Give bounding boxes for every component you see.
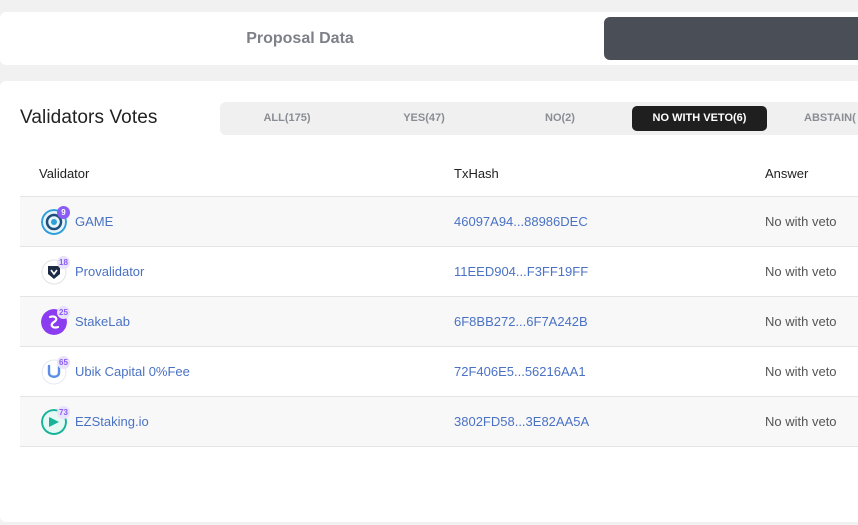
validator-link[interactable]: StakeLab <box>75 314 130 329</box>
txhash-link[interactable]: 3802FD58...3E82AA5A <box>454 414 589 429</box>
rank-badge: 18 <box>57 256 70 269</box>
col-txhash: TxHash <box>454 166 499 181</box>
table-row: 73 EZStaking.io 3802FD58...3E82AA5A No w… <box>20 397 858 447</box>
txhash-link[interactable]: 11EED904...F3FF19FF <box>454 264 588 279</box>
vote-answer: No with veto <box>765 364 837 379</box>
rank-badge: 73 <box>57 406 70 419</box>
validators-votes-card: Validators Votes ALL(175) YES(47) NO(2) … <box>0 81 858 522</box>
table-row: 25 StakeLab 6F8BB272...6F7A242B No with … <box>20 297 858 347</box>
validator-link[interactable]: Provalidator <box>75 264 144 279</box>
card-title: Validators Votes <box>20 107 158 128</box>
vote-answer: No with veto <box>765 314 837 329</box>
txhash-link[interactable]: 6F8BB272...6F7A242B <box>454 314 588 329</box>
tab-proposal-data[interactable]: Proposal Data <box>0 12 600 65</box>
rank-badge: 65 <box>57 356 70 369</box>
txhash-link[interactable]: 46097A94...88986DEC <box>454 214 588 229</box>
filter-all[interactable]: ALL(175) <box>243 102 331 135</box>
table-row: 9 GAME 46097A94...88986DEC No with veto <box>20 197 858 247</box>
col-validator: Validator <box>39 166 90 181</box>
tab-bar: Proposal Data <box>0 12 858 65</box>
tab-active-dark[interactable] <box>604 17 858 60</box>
filter-no[interactable]: NO(2) <box>520 102 600 135</box>
rank-badge: 25 <box>57 306 70 319</box>
rank-badge: 9 <box>57 206 70 219</box>
table-header: Validator TxHash Answer <box>20 151 858 197</box>
vote-filter-bar: ALL(175) YES(47) NO(2) NO WITH VETO(6) A… <box>220 102 858 135</box>
txhash-link[interactable]: 72F406E5...56216AA1 <box>454 364 586 379</box>
validator-link[interactable]: EZStaking.io <box>75 414 149 429</box>
validator-link[interactable]: Ubik Capital 0%Fee <box>75 364 190 379</box>
vote-answer: No with veto <box>765 264 837 279</box>
vote-answer: No with veto <box>765 214 837 229</box>
filter-abstain[interactable]: ABSTAIN( <box>790 102 858 135</box>
filter-yes[interactable]: YES(47) <box>382 102 466 135</box>
filter-no-with-veto[interactable]: NO WITH VETO(6) <box>632 106 767 131</box>
table-row: 65 Ubik Capital 0%Fee 72F406E5...56216AA… <box>20 347 858 397</box>
table-row: 18 Provalidator 11EED904...F3FF19FF No w… <box>20 247 858 297</box>
vote-answer: No with veto <box>765 414 837 429</box>
validator-link[interactable]: GAME <box>75 214 113 229</box>
col-answer: Answer <box>765 166 809 181</box>
